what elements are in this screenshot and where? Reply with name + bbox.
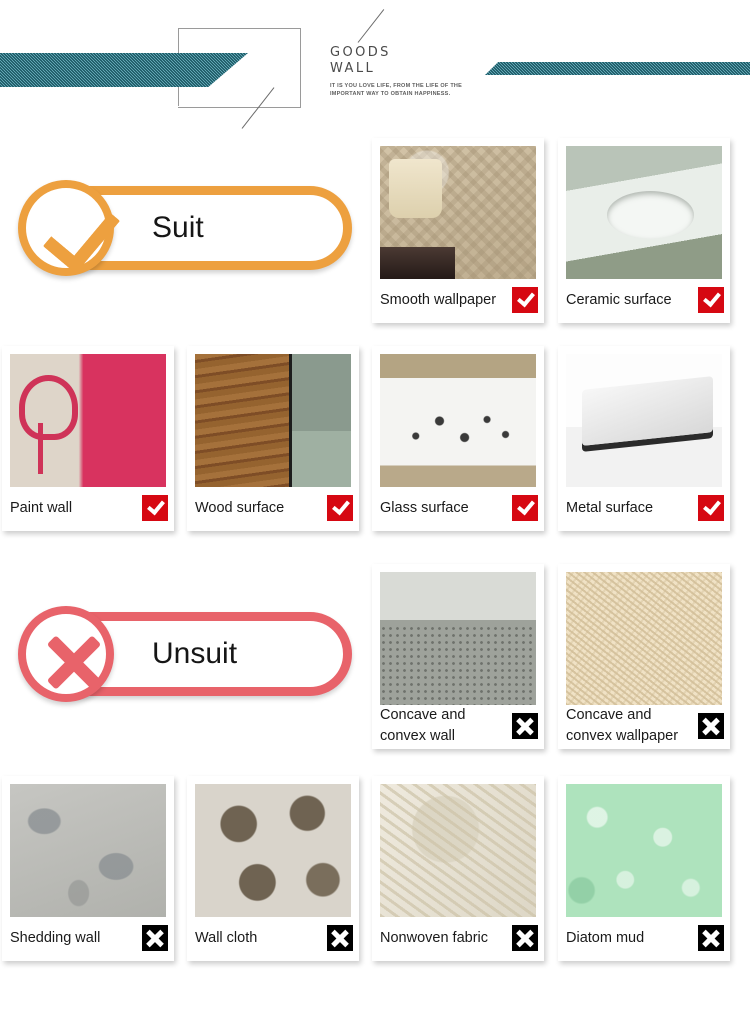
card-concave-convex-wall[interactable]: Concave and convex wall <box>372 564 544 749</box>
card-caption: Shedding wall <box>10 921 168 955</box>
card-ceramic-surface[interactable]: Ceramic surface <box>558 138 730 323</box>
card-label: Shedding wall <box>10 929 101 946</box>
card-photo <box>380 784 536 917</box>
header-band-right <box>485 62 750 75</box>
header-text-block: GOODS WALL IT IS YOU LOVE LIFE, FROM THE… <box>330 45 470 98</box>
card-photo <box>10 784 166 917</box>
x-mark-icon <box>512 713 538 739</box>
card-label: Diatom mud <box>566 929 645 946</box>
header-diagonal-line-top <box>357 9 385 43</box>
card-photo <box>195 784 351 917</box>
page-header: GOODS WALL IT IS YOU LOVE LIFE, FROM THE… <box>0 0 750 130</box>
card-caption: Nonwoven fabric <box>380 921 538 955</box>
card-caption: Metal surface <box>566 491 724 525</box>
x-mark-icon <box>142 925 168 951</box>
check-mark-icon <box>142 495 168 521</box>
header-subtitle: IT IS YOU LOVE LIFE, FROM THE LIFE OF TH… <box>330 83 463 97</box>
check-mark-icon <box>327 495 353 521</box>
header-band-left <box>0 53 248 87</box>
card-nonwoven-fabric[interactable]: Nonwoven fabric <box>372 776 544 961</box>
card-photo <box>380 354 536 487</box>
card-photo <box>566 572 722 705</box>
unsuit-badge: Unsuit <box>12 606 352 702</box>
card-photo <box>566 784 722 917</box>
card-shedding-wall[interactable]: Shedding wall <box>2 776 174 961</box>
card-caption: Concave and convex wall <box>380 707 538 744</box>
card-label: Ceramic surface <box>566 291 672 308</box>
check-circle-icon <box>18 180 121 276</box>
card-caption: Wood surface <box>195 491 353 525</box>
suit-badge: Suit <box>12 180 352 276</box>
header-title-line1: GOODS <box>330 45 391 60</box>
card-caption: Wall cloth <box>195 921 353 955</box>
card-photo <box>195 354 351 487</box>
card-photo <box>10 354 166 487</box>
card-caption: Paint wall <box>10 491 168 525</box>
card-label: Nonwoven fabric <box>380 929 488 946</box>
cross-glyph <box>44 632 104 692</box>
card-label: Concave and convex wall <box>380 707 466 744</box>
card-caption: Smooth wallpaper <box>380 283 538 317</box>
header-title-line2: WALL <box>330 61 376 76</box>
card-label: Wall cloth <box>195 929 258 946</box>
card-wood-surface[interactable]: Wood surface <box>187 346 359 531</box>
x-mark-icon <box>698 713 724 739</box>
card-caption: Glass surface <box>380 491 538 525</box>
card-label: Concave and convex wallpaper <box>566 707 679 744</box>
card-caption: Diatom mud <box>566 921 724 955</box>
card-label: Metal surface <box>566 499 654 516</box>
check-mark-icon <box>698 495 724 521</box>
x-mark-icon <box>327 925 353 951</box>
card-smooth-wallpaper[interactable]: Smooth wallpaper <box>372 138 544 323</box>
card-label: Glass surface <box>380 499 469 516</box>
suit-badge-label: Suit <box>152 211 204 244</box>
unsuit-badge-label: Unsuit <box>152 637 238 670</box>
card-photo <box>566 354 722 487</box>
card-caption: Ceramic surface <box>566 283 724 317</box>
check-mark-icon <box>698 287 724 313</box>
card-wall-cloth[interactable]: Wall cloth <box>187 776 359 961</box>
card-diatom-mud[interactable]: Diatom mud <box>558 776 730 961</box>
card-label: Paint wall <box>10 499 73 516</box>
card-photo <box>380 146 536 279</box>
card-photo <box>566 146 722 279</box>
check-mark-icon <box>512 287 538 313</box>
card-concave-convex-wallpaper[interactable]: Concave and convex wallpaper <box>558 564 730 749</box>
x-mark-icon <box>698 925 724 951</box>
card-metal-surface[interactable]: Metal surface <box>558 346 730 531</box>
card-label: Wood surface <box>195 499 285 516</box>
card-photo <box>380 572 536 705</box>
card-label: Smooth wallpaper <box>380 291 497 308</box>
card-caption: Concave and convex wallpaper <box>566 707 724 744</box>
cross-circle-icon <box>18 606 114 702</box>
check-mark-icon <box>512 495 538 521</box>
card-paint-wall[interactable]: Paint wall <box>2 346 174 531</box>
x-mark-icon <box>512 925 538 951</box>
card-glass-surface[interactable]: Glass surface <box>372 346 544 531</box>
